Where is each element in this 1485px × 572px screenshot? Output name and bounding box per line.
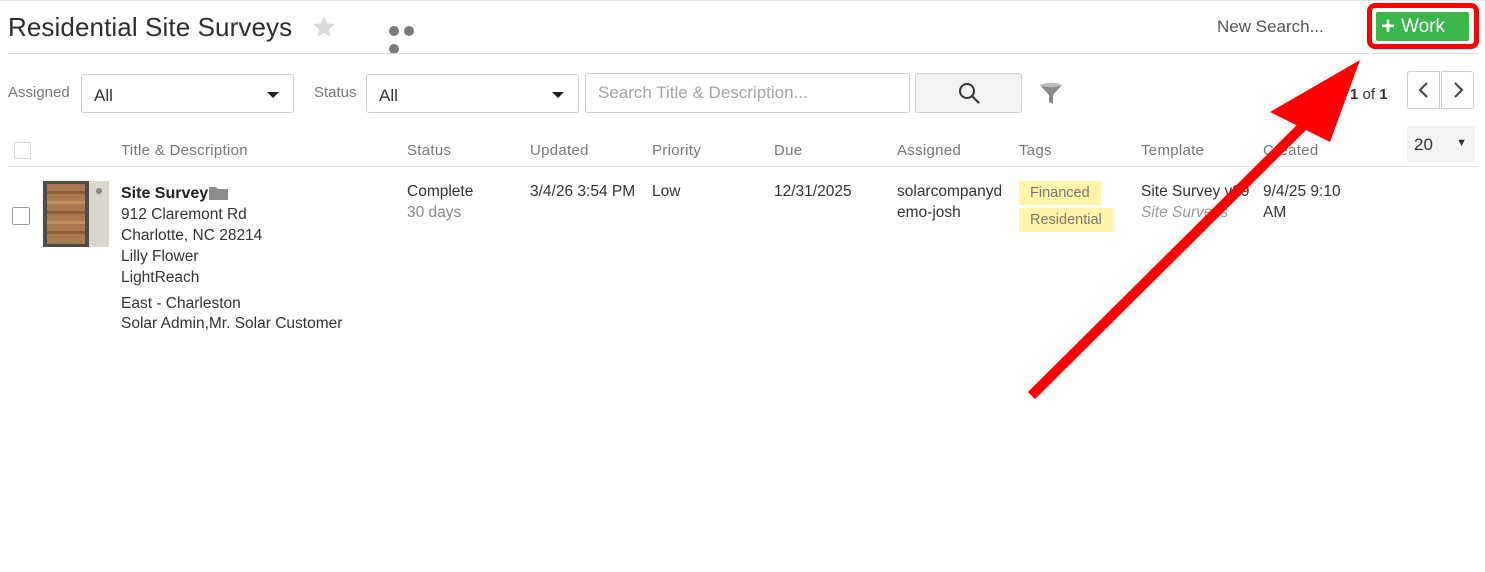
people-list: Solar Admin,Mr. Solar Customer — [121, 315, 343, 332]
created-value-line-1: 9/4/25 9:10 — [1263, 183, 1341, 200]
caret-down-icon — [552, 92, 564, 98]
pagination-status: 1 of 1 — [1350, 86, 1388, 103]
status-age: 30 days — [407, 204, 462, 221]
folder-icon — [209, 187, 228, 200]
select-all-checkbox[interactable] — [14, 142, 31, 159]
item-title-link[interactable]: Site Survey — [121, 185, 208, 203]
address-line-2: Charlotte, NC 28214 — [121, 227, 263, 244]
priority-value: Low — [652, 183, 681, 200]
column-header-status[interactable]: Status — [407, 142, 451, 159]
row-checkbox[interactable] — [12, 207, 30, 225]
add-work-button[interactable]: + Work — [1376, 12, 1469, 41]
tag-financed[interactable]: Financed — [1019, 181, 1101, 205]
column-header-assigned[interactable]: Assigned — [897, 142, 961, 159]
column-header-priority[interactable]: Priority — [652, 142, 701, 159]
thumbnail-address-number: 2302 — [108, 206, 109, 231]
work-button-label: Work — [1401, 15, 1445, 37]
column-header-template[interactable]: Template — [1141, 142, 1204, 159]
assigned-select-value: All — [94, 86, 113, 105]
company-name: LightReach — [121, 269, 200, 286]
assigned-value-line-2: emo-josh — [897, 204, 961, 221]
plus-icon: + — [1381, 12, 1396, 40]
template-category: Site Surveys — [1141, 204, 1229, 221]
assigned-label: Assigned — [8, 84, 70, 101]
table-header-divider — [8, 166, 1478, 167]
per-page-select[interactable]: 20 ▼ — [1407, 126, 1475, 162]
due-value: 12/31/2025 — [774, 183, 852, 200]
page-title: Residential Site Surveys — [8, 12, 293, 42]
updated-value: 3/4/26 3:54 PM — [530, 183, 636, 200]
next-page-button[interactable] — [1441, 71, 1474, 109]
top-border — [0, 0, 1485, 1]
status-select[interactable]: All — [366, 74, 579, 113]
contact-name: Lilly Flower — [121, 248, 199, 265]
search-icon — [958, 83, 980, 104]
column-header-due[interactable]: Due — [774, 142, 802, 159]
more-icon[interactable] — [389, 23, 433, 54]
column-header-tags[interactable]: Tags — [1019, 142, 1052, 159]
per-page-value: 20 — [1414, 135, 1433, 154]
chevron-right-icon — [1453, 82, 1463, 98]
region: East - Charleston — [121, 295, 241, 312]
assigned-value-line-1: solarcompanyd — [897, 183, 1003, 200]
previous-page-button[interactable] — [1407, 71, 1440, 109]
search-input[interactable] — [585, 73, 910, 113]
column-header-title[interactable]: Title & Description — [121, 142, 248, 159]
column-header-updated[interactable]: Updated — [530, 142, 589, 159]
created-value-line-2: AM — [1263, 204, 1287, 221]
tag-residential[interactable]: Residential — [1019, 208, 1113, 232]
star-icon[interactable] — [311, 14, 337, 40]
header-divider — [8, 53, 1478, 54]
status-value: Complete — [407, 183, 474, 200]
column-header-created[interactable]: Created — [1263, 142, 1318, 159]
caret-down-icon: ▼ — [1456, 137, 1467, 149]
site-photo-thumbnail[interactable]: 2302 — [43, 181, 109, 247]
filter-icon[interactable] — [1038, 80, 1064, 108]
assigned-select[interactable]: All — [81, 74, 294, 113]
chevron-left-icon — [1418, 82, 1428, 98]
status-label: Status — [314, 84, 357, 101]
address-line-1: 912 Claremont Rd — [121, 206, 247, 223]
template-value: Site Survey v29 — [1141, 183, 1250, 200]
search-button[interactable] — [915, 73, 1022, 113]
status-select-value: All — [379, 86, 398, 105]
new-search-link[interactable]: New Search... — [1217, 17, 1324, 37]
caret-down-icon — [267, 92, 279, 98]
